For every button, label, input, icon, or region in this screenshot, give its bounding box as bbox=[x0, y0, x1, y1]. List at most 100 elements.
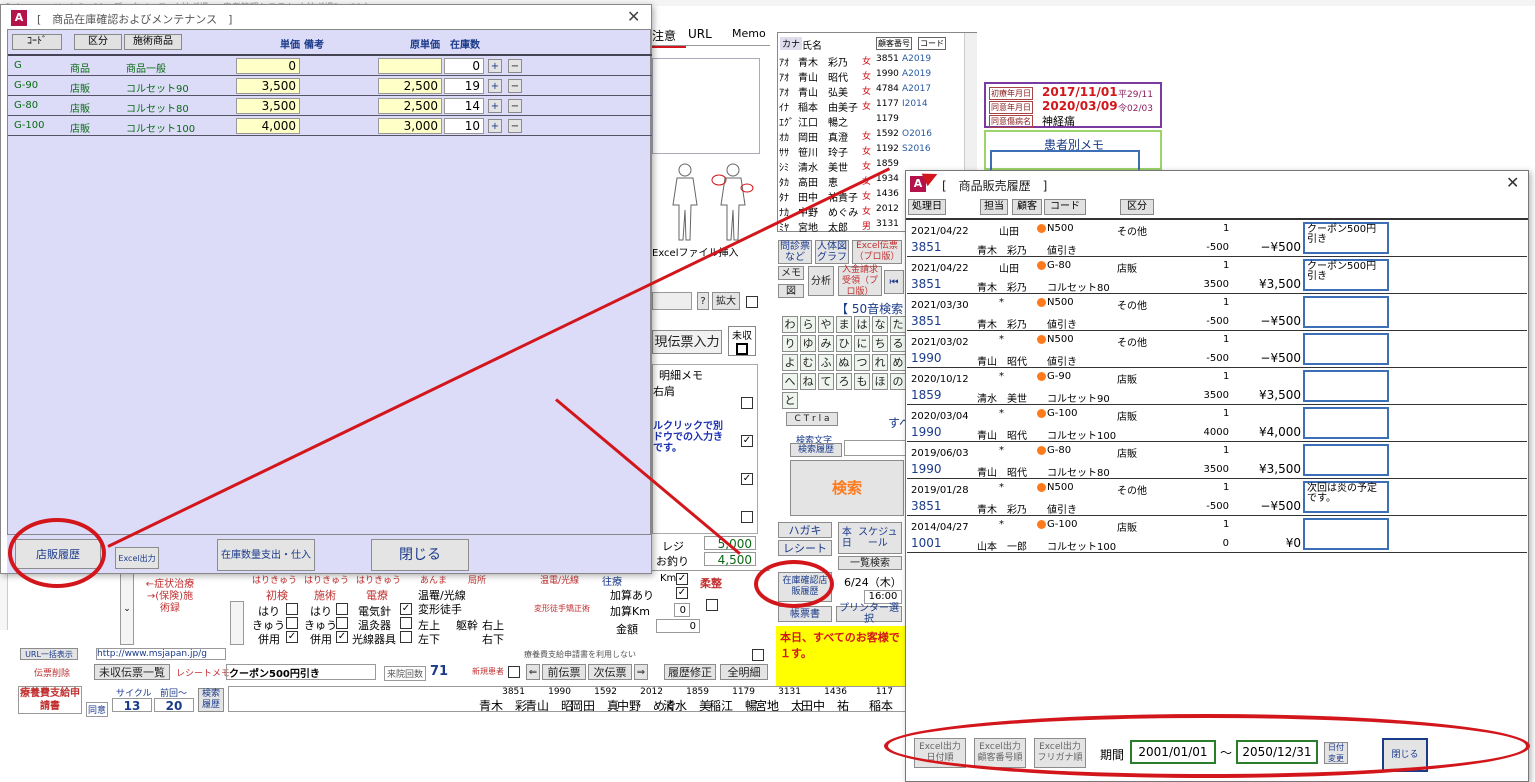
sales-row[interactable]: 2020/03/04 * G-100 店販 1 1990 青山 昭代 コルセット100 4000… bbox=[907, 405, 1527, 442]
kana-key[interactable]: に bbox=[854, 335, 870, 352]
hdr-code-button[interactable]: ｺｰﾄﾞ bbox=[12, 34, 62, 50]
sales-row[interactable]: 2019/06/03 * G-80 店販 1 1990 青山 昭代 コルセット80 3500 ¥3… bbox=[907, 442, 1527, 479]
kana-key[interactable]: な bbox=[872, 316, 888, 333]
stock-price-field[interactable]: 4,000 bbox=[236, 118, 300, 134]
recent-patient[interactable]: 1179 稲江 暢 bbox=[709, 687, 757, 711]
stock-cost-field[interactable]: 3,000 bbox=[378, 118, 442, 134]
unpaid-toggle[interactable]: 未収 bbox=[728, 326, 756, 356]
clear-button[interactable]: C T r l a bbox=[786, 412, 838, 426]
analysis-button[interactable]: 分析 bbox=[808, 266, 834, 296]
stock-count-field[interactable]: 19 bbox=[444, 78, 484, 94]
kana-key[interactable]: ふ bbox=[818, 354, 834, 371]
patient-row[interactable]: ｲﾅ 稲本 由美子女 1177 I2014 bbox=[778, 98, 964, 114]
stock-inout-button[interactable]: 在庫数量支出・仕入 bbox=[217, 539, 315, 571]
search-hist-small-button[interactable]: 検索履歴 bbox=[198, 688, 224, 712]
stock-row[interactable]: G-90 店販 コルセット90 3,500 2,500 19 + − bbox=[8, 76, 652, 96]
kasan-km-field[interactable]: 0 bbox=[674, 603, 690, 617]
hdr-name[interactable]: 氏名 bbox=[802, 37, 822, 52]
recent-patient[interactable]: 1990 青山 昭 bbox=[525, 687, 573, 711]
stock-count-field[interactable]: 14 bbox=[444, 98, 484, 114]
hdr-date-button[interactable]: 処理日 bbox=[908, 199, 946, 215]
sale-memo-field[interactable] bbox=[1303, 518, 1389, 550]
heiyo-checkbox-2[interactable]: ✓ bbox=[336, 631, 348, 643]
search-history-button[interactable]: 検索履歴 bbox=[790, 443, 842, 457]
memo-checkbox-3[interactable]: ✓ bbox=[741, 473, 753, 485]
stock-plus-button[interactable]: + bbox=[488, 79, 502, 93]
slip-input-button[interactable]: 現伝票入力 bbox=[652, 330, 722, 354]
stock-close-button[interactable]: 閉じる bbox=[371, 539, 469, 571]
hdr-code[interactable]: コード bbox=[918, 37, 946, 50]
memo-checkbox-4[interactable] bbox=[741, 511, 753, 523]
patient-row[interactable]: ｻｻ 笹川 玲子 女 1192 S2016 bbox=[778, 143, 964, 159]
report-button[interactable]: 帳票書 bbox=[778, 606, 832, 622]
sale-memo-field[interactable] bbox=[1303, 296, 1389, 328]
bg-small-field[interactable] bbox=[652, 292, 692, 310]
kana-key[interactable]: と bbox=[782, 392, 798, 409]
url-all-button[interactable]: URL一括表示 bbox=[20, 648, 78, 660]
excel-slip-button[interactable]: Excel伝票（プロ版） bbox=[852, 240, 902, 264]
hdr-code-button-2[interactable]: コード bbox=[1044, 199, 1086, 215]
sale-memo-field[interactable] bbox=[1303, 370, 1389, 402]
kana-key[interactable]: の bbox=[890, 373, 906, 390]
questionnaire-button[interactable]: 問診票など bbox=[778, 240, 812, 264]
enlarge-button[interactable]: 拡大 bbox=[712, 292, 740, 310]
stock-row[interactable]: G-80 店販 コルセット80 3,500 2,500 14 + − bbox=[8, 96, 652, 116]
symptom-dropdown[interactable]: ⌄ bbox=[120, 571, 134, 645]
figure-button[interactable]: 図 bbox=[778, 284, 804, 298]
recent-patient[interactable]: 3851 青木 彩 bbox=[479, 687, 527, 711]
kana-key[interactable]: も bbox=[854, 373, 870, 390]
stock-minus-button[interactable]: − bbox=[508, 59, 522, 73]
hdr-kubun-button-2[interactable]: 区分 bbox=[1120, 199, 1154, 215]
kana-key[interactable]: ら bbox=[800, 316, 816, 333]
kasan-checkbox[interactable]: ✓ bbox=[676, 587, 688, 599]
slip-delete-label[interactable]: 伝票削除 bbox=[34, 666, 70, 679]
kosen-checkbox[interactable] bbox=[400, 631, 412, 643]
sales-row[interactable]: 2021/04/22 山田 G-80 店販 1 3851 青木 彩乃 コルセット80 3500 ¥… bbox=[907, 257, 1527, 294]
hdr-no[interactable]: 顧客番号 bbox=[876, 37, 912, 50]
enlarge-checkbox[interactable] bbox=[746, 296, 758, 308]
patient-row[interactable]: ｱｵ 青山 弘美 女 4784 A2017 bbox=[778, 83, 964, 99]
stock-plus-button[interactable]: + bbox=[488, 99, 502, 113]
hdr-item-button[interactable]: 施術商品 bbox=[124, 34, 182, 50]
body-figure-icon[interactable] bbox=[655, 160, 761, 242]
help-button[interactable]: ? bbox=[697, 292, 709, 310]
first-record-button[interactable]: ⏮ bbox=[884, 270, 904, 294]
recent-patient[interactable]: 1859 清水 美 bbox=[663, 687, 711, 711]
kana-key[interactable]: ろ bbox=[836, 373, 852, 390]
hdr-kana[interactable]: カナ bbox=[780, 37, 803, 50]
side-handle[interactable] bbox=[230, 601, 244, 645]
sale-memo-field[interactable] bbox=[1303, 444, 1389, 476]
recent-patient[interactable]: 1436 田中 祐 bbox=[801, 687, 849, 711]
tab-memo[interactable]: Memo bbox=[732, 27, 766, 40]
body-graph-button[interactable]: 人体図グラフ bbox=[815, 240, 849, 264]
recent-patient[interactable]: 1592 岡田 真 bbox=[571, 687, 619, 711]
kana-key[interactable]: り bbox=[782, 335, 798, 352]
kana-key[interactable]: わ bbox=[782, 316, 798, 333]
admission-button[interactable]: 入金請求受領（プロ版） bbox=[838, 265, 882, 297]
kana-key[interactable]: へ bbox=[782, 373, 798, 390]
recent-patient[interactable]: 117 稲本 bbox=[847, 687, 893, 711]
stock-count-field[interactable]: 0 bbox=[444, 58, 484, 74]
patient-row[interactable]: ｵｶ 岡田 真澄 女 1592 O2016 bbox=[778, 128, 964, 144]
cycle-value[interactable]: 13 bbox=[112, 698, 152, 713]
bg-note-area[interactable] bbox=[652, 58, 760, 154]
patient-row[interactable]: ｱｵ 青木 彩乃 女 3851 A2019 bbox=[778, 53, 964, 69]
all-detail-button[interactable]: 全明細 bbox=[720, 664, 768, 680]
list-search-button[interactable]: 一覧検索 bbox=[838, 556, 902, 570]
url-field[interactable]: http://www.msjapan.jp/g bbox=[96, 648, 226, 660]
sale-memo-field[interactable]: 次回は炎の予定です。 bbox=[1303, 481, 1389, 513]
prev-value[interactable]: 20 bbox=[154, 698, 194, 713]
jusei-checkbox[interactable] bbox=[706, 599, 718, 611]
stock-count-field[interactable]: 10 bbox=[444, 118, 484, 134]
kana-key[interactable]: は bbox=[854, 316, 870, 333]
next-slip-button[interactable]: 次伝票 bbox=[588, 664, 632, 680]
next-arrow[interactable]: ⇒ bbox=[634, 664, 648, 680]
stock-price-field[interactable]: 0 bbox=[236, 58, 300, 74]
kana-key[interactable]: ぬ bbox=[836, 354, 852, 371]
kana-key[interactable]: る bbox=[890, 335, 906, 352]
stock-row[interactable]: G-100 店販 コルセット100 4,000 3,000 10 + − bbox=[8, 116, 652, 136]
sale-memo-field[interactable]: クーポン500円引き bbox=[1303, 259, 1389, 291]
sales-row[interactable]: 2021/03/02 * N500 その他 1 1990 青山 昭代 値引き -500 −¥500 bbox=[907, 331, 1527, 368]
kyu-checkbox-1[interactable] bbox=[286, 617, 298, 629]
receipt-memo-field[interactable]: クーポン500円引き bbox=[226, 664, 376, 680]
